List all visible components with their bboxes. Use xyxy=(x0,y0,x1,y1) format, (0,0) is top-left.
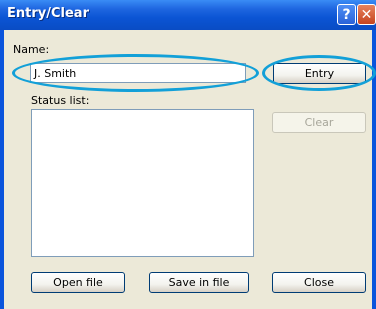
entry-clear-dialog: Entry/Clear ? ✕ Name: J. Smith Entry Sta… xyxy=(0,0,376,309)
status-list[interactable] xyxy=(31,109,254,257)
window-title: Entry/Clear xyxy=(7,6,89,21)
status-list-label: Status list: xyxy=(31,94,90,107)
close-icon[interactable]: ✕ xyxy=(357,4,376,25)
name-label: Name: xyxy=(13,43,50,56)
title-bar[interactable]: Entry/Clear ? ✕ xyxy=(0,0,376,30)
save-in-file-button[interactable]: Save in file xyxy=(149,272,249,293)
name-field[interactable]: J. Smith xyxy=(30,63,246,83)
open-file-button[interactable]: Open file xyxy=(31,272,125,293)
dialog-client-area: Name: J. Smith Entry Status list: Clear … xyxy=(4,30,376,309)
clear-button[interactable]: Clear xyxy=(272,112,366,133)
help-icon[interactable]: ? xyxy=(337,4,356,25)
close-button[interactable]: Close xyxy=(272,272,366,293)
entry-button[interactable]: Entry xyxy=(273,63,366,84)
